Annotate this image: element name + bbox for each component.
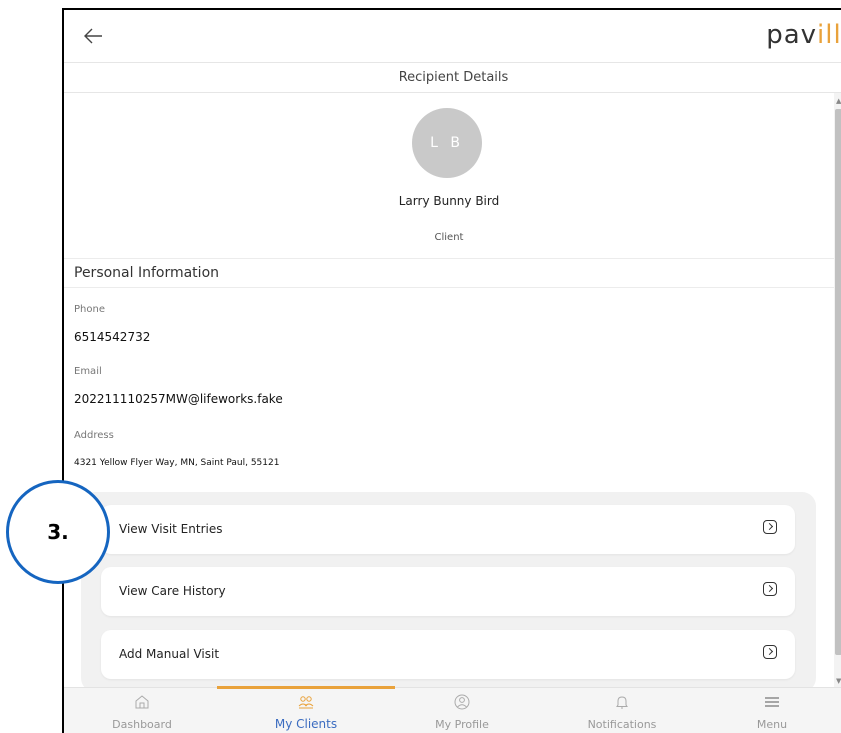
bottom-navigation: Dashboard My Clients My Profile Notifica… bbox=[64, 686, 841, 733]
pavillio-logo: pavillc bbox=[766, 20, 841, 50]
nav-notifications[interactable]: Notifications bbox=[544, 688, 700, 733]
app-bar: pavillc bbox=[64, 10, 841, 63]
avatar: L B bbox=[412, 108, 482, 178]
phone-label: Phone bbox=[74, 304, 105, 315]
personal-information-heading: Personal Information bbox=[64, 258, 834, 288]
nav-my-clients[interactable]: My Clients bbox=[228, 688, 384, 733]
chevron-right-icon bbox=[763, 645, 777, 659]
chevron-right-icon bbox=[763, 582, 777, 596]
add-manual-visit-button[interactable]: Add Manual Visit bbox=[101, 630, 795, 679]
nav-label: My Clients bbox=[274, 717, 338, 731]
nav-my-profile[interactable]: My Profile bbox=[384, 688, 540, 733]
address-label: Address bbox=[74, 430, 114, 441]
phone-value: 6514542732 bbox=[74, 330, 151, 344]
app-frame: pavillc Recipient Details ▲ ▼ L B Larry … bbox=[62, 8, 841, 733]
nav-label: Notifications bbox=[587, 718, 657, 731]
page-title: Recipient Details bbox=[64, 63, 841, 93]
action-label: View Visit Entries bbox=[119, 522, 223, 536]
home-icon bbox=[135, 695, 149, 709]
view-care-history-button[interactable]: View Care History bbox=[101, 567, 795, 616]
nav-dashboard[interactable]: Dashboard bbox=[64, 688, 220, 733]
address-value: 4321 Yellow Flyer Way, MN, Saint Paul, 5… bbox=[74, 458, 280, 468]
scroll-down-icon[interactable]: ▼ bbox=[836, 677, 841, 685]
menu-icon bbox=[765, 697, 779, 707]
scroll-up-icon[interactable]: ▲ bbox=[836, 97, 841, 105]
recipient-role: Client bbox=[434, 232, 464, 243]
email-value: 202211110257MW@lifeworks.fake bbox=[74, 392, 283, 406]
clients-icon bbox=[298, 696, 314, 709]
recipient-name: Larry Bunny Bird bbox=[398, 194, 500, 208]
scroll-thumb[interactable] bbox=[835, 109, 841, 655]
nav-menu[interactable]: Menu bbox=[694, 688, 841, 733]
action-label: Add Manual Visit bbox=[119, 647, 220, 661]
nav-label: Menu bbox=[756, 718, 788, 731]
profile-icon bbox=[454, 694, 470, 710]
chevron-right-icon bbox=[763, 520, 777, 534]
email-label: Email bbox=[74, 366, 102, 377]
back-arrow-icon[interactable] bbox=[82, 24, 106, 48]
action-label: View Care History bbox=[119, 584, 226, 598]
nav-label: My Profile bbox=[435, 718, 489, 731]
scrollbar[interactable]: ▲ ▼ bbox=[834, 93, 841, 687]
step-callout-badge: 3. bbox=[6, 480, 110, 584]
bell-icon bbox=[616, 696, 628, 709]
actions-panel: View Visit Entries View Care History Add… bbox=[81, 492, 816, 692]
nav-label: Dashboard bbox=[112, 718, 172, 731]
view-visit-entries-button[interactable]: View Visit Entries bbox=[101, 505, 795, 554]
